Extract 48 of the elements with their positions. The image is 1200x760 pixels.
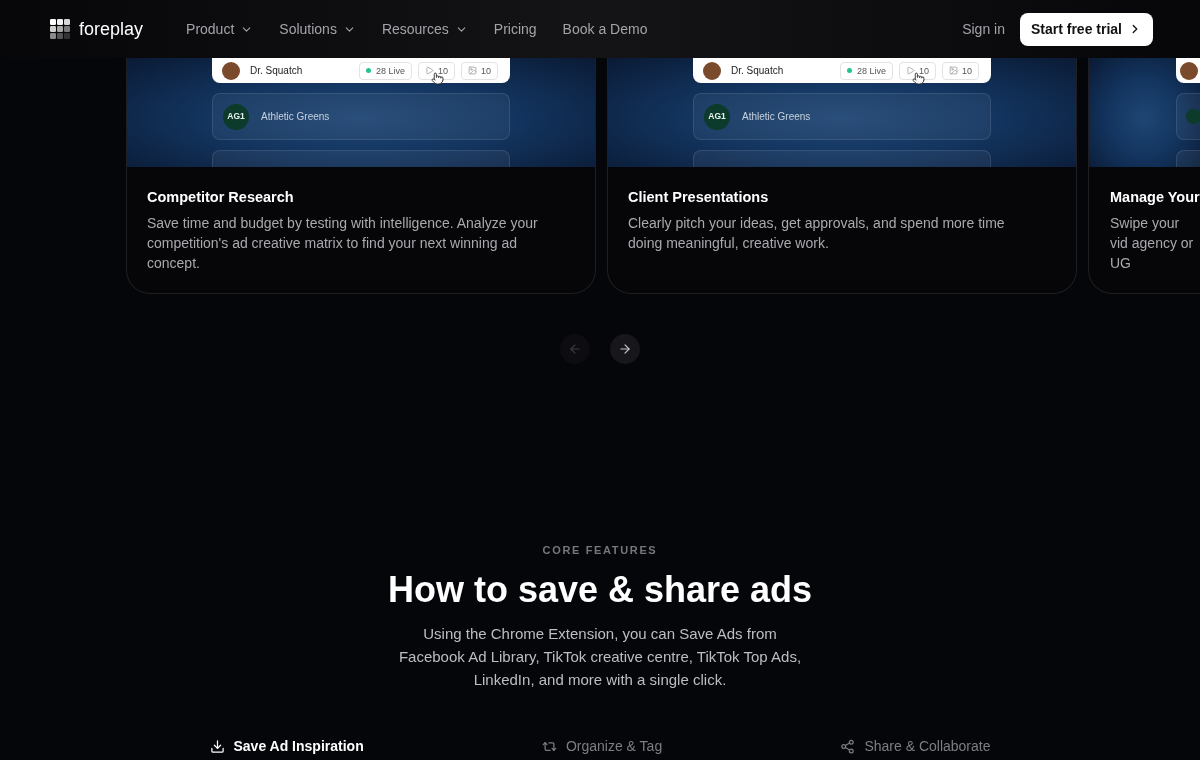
brand-name: Dr. Squatch [250, 64, 303, 77]
live-count: 28 Live [856, 65, 886, 76]
image-icon [468, 66, 477, 75]
section-heading: How to save & share ads [387, 568, 813, 612]
download-icon [209, 738, 225, 754]
live-count: 28 Live [375, 65, 405, 76]
brand-logo-icon [1186, 109, 1200, 124]
feature-tab[interactable]: Organize & Tag [541, 737, 663, 755]
section-eyebrow: CORE FEATURES [542, 543, 658, 558]
avatar-icon [703, 61, 721, 80]
image-count: 10 [962, 65, 972, 76]
brand-name: Athletic Greens [261, 110, 330, 123]
card-title: Manage Your [1110, 188, 1200, 207]
play-icon [424, 66, 434, 75]
nav-link[interactable]: Product [186, 20, 254, 38]
image-count: 10 [481, 65, 491, 76]
card-description: Clearly pitch your ideas, get approvals, and spend more time doing meaningful, creative work. [628, 214, 1006, 253]
start-free-trial-button[interactable]: Start free trial [1019, 12, 1153, 46]
brand-logo: AG1 [223, 103, 249, 130]
arrow-left-icon [568, 342, 582, 356]
nav-link[interactable]: Resources [381, 20, 468, 38]
sign-in-link[interactable]: Sign in [962, 20, 1005, 38]
nav-link[interactable]: Book a Demo [562, 20, 648, 38]
status-dot-icon [846, 68, 852, 73]
card-description: Swipe your vid agency or UG [1110, 214, 1195, 273]
avatar-icon [222, 61, 240, 80]
brand-logo: AG1 [704, 103, 730, 130]
brand-name: Athletic Greens [742, 110, 811, 123]
video-count: 10 [437, 65, 448, 76]
brand-name: Dr. Squatch [731, 64, 784, 77]
nav-link[interactable]: Solutions [279, 20, 356, 38]
status-dot-icon [365, 68, 371, 73]
share-icon [840, 738, 856, 754]
feature-tab[interactable]: Share & Collaborate [840, 737, 991, 755]
logo-icon [50, 19, 70, 39]
brand-logo-link[interactable]: foreplay [50, 18, 144, 40]
feature-tab[interactable]: Save Ad Inspiration [209, 737, 364, 755]
image-icon [949, 66, 958, 75]
nav-link[interactable]: Pricing [493, 20, 537, 38]
card-description: Save time and budget by testing with intelligence. Analyze your competition's ad creative matrix to find your next winning ad concept. [147, 214, 539, 273]
section-intro: Using the Chrome Extension, you can Save Ads from Facebook Ad Library, TikTok creative centre, TikTok Top Ads, LinkedIn, and more with a single click. [397, 624, 803, 690]
video-count: 10 [918, 65, 929, 76]
play-icon [905, 66, 915, 75]
next-slide-button[interactable] [610, 334, 640, 364]
list-row-background [1176, 150, 1200, 167]
card-title: Competitor Research [147, 188, 295, 207]
arrow-right-icon [618, 342, 632, 356]
card-title: Client Presentations [628, 188, 770, 207]
